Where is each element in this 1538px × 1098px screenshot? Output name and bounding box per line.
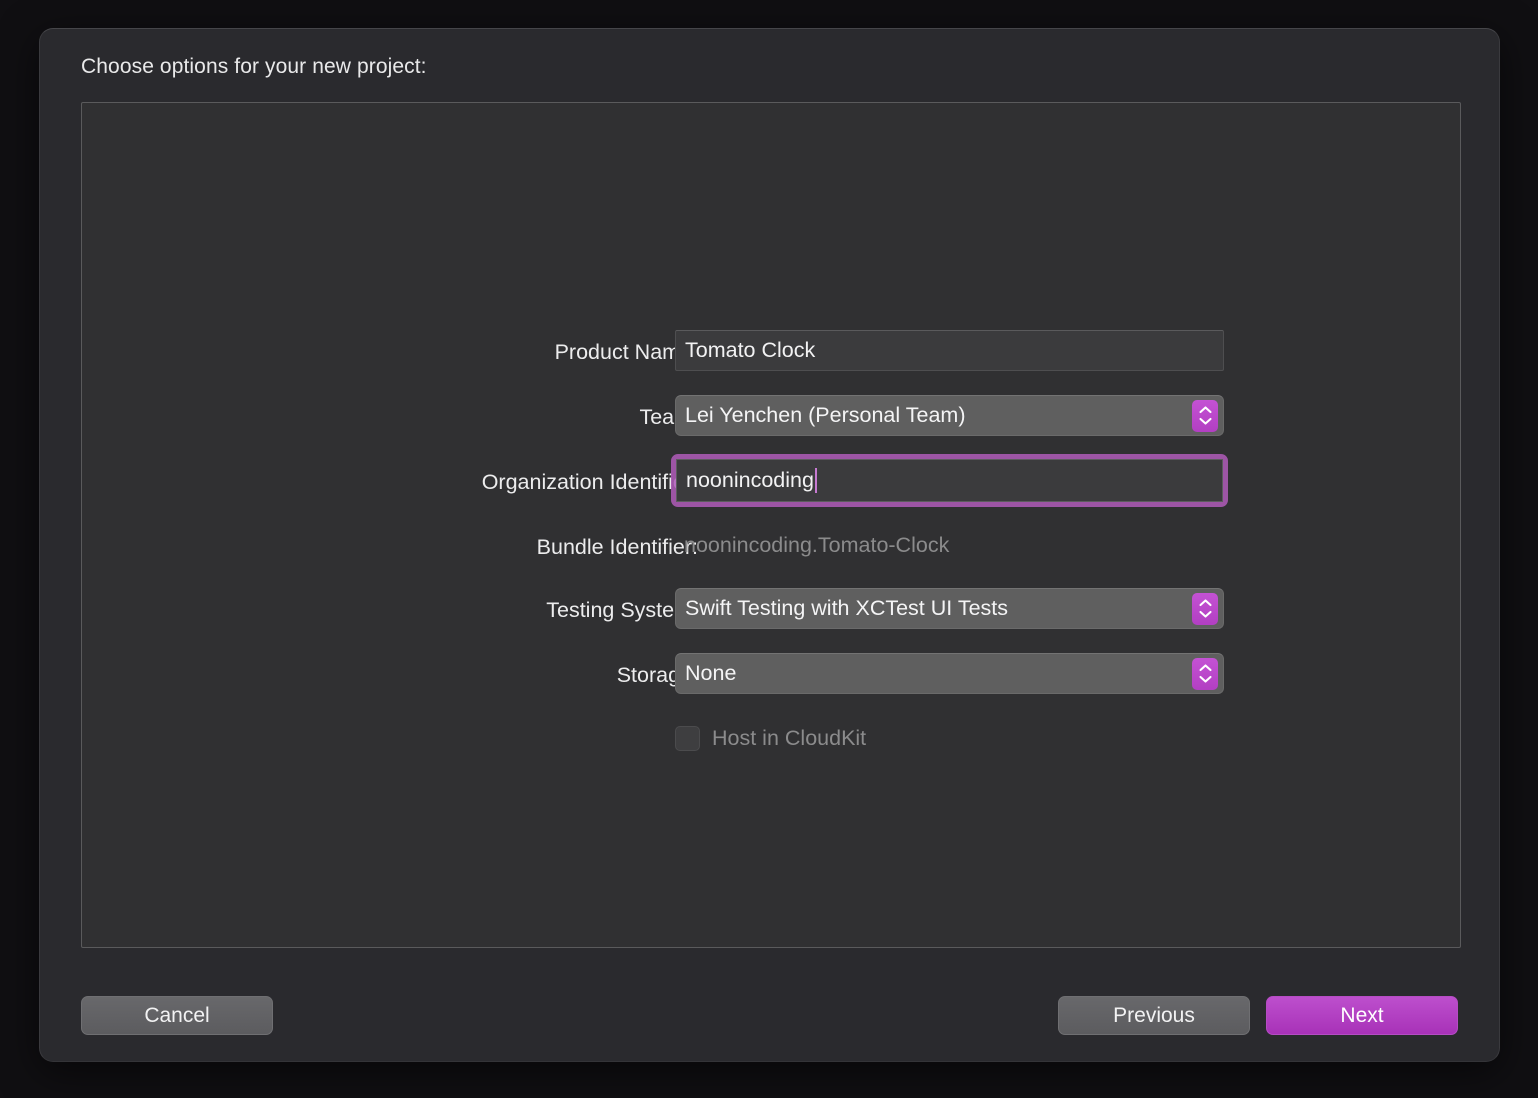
organization-identifier-input[interactable]: noonincoding: [676, 459, 1223, 502]
checkbox-unchecked-icon[interactable]: [675, 726, 700, 751]
chevron-up-down-icon[interactable]: [1192, 657, 1218, 690]
form-row-host-in-cloudkit: Host in CloudKit: [82, 718, 1460, 763]
form-row-bundle-identifier: Bundle Identifier: noonincoding.Tomato-C…: [82, 525, 1460, 570]
cancel-button[interactable]: Cancel: [81, 996, 273, 1035]
organization-identifier-label: Organization Identifier:: [481, 470, 698, 494]
product-name-input[interactable]: Tomato Clock: [675, 330, 1224, 371]
desktop-backdrop: Choose options for your new project: Pro…: [0, 0, 1538, 1098]
dialog-footer: Cancel Previous Next: [40, 996, 1499, 1036]
host-in-cloudkit-checkbox-row[interactable]: Host in CloudKit: [675, 718, 866, 759]
chevron-up-down-icon[interactable]: [1192, 399, 1218, 432]
form-row-team: Team: Lei Yenchen (Personal Team): [82, 395, 1460, 440]
storage-select[interactable]: None: [675, 653, 1224, 694]
next-button[interactable]: Next: [1266, 996, 1458, 1035]
host-in-cloudkit-label: Host in CloudKit: [712, 726, 867, 750]
chevron-up-down-icon[interactable]: [1192, 592, 1218, 625]
organization-identifier-focus-ring: noonincoding: [671, 454, 1228, 507]
page-title: Choose options for your new project:: [81, 55, 427, 78]
testing-system-select-value: Swift Testing with XCTest UI Tests: [685, 596, 1009, 620]
bundle-identifier-label: Bundle Identifier:: [536, 535, 698, 559]
team-select-value: Lei Yenchen (Personal Team): [685, 403, 966, 427]
form-row-organization-identifier: Organization Identifier: noonincoding: [82, 454, 1460, 507]
text-cursor: [814, 468, 817, 493]
new-project-options-dialog: Choose options for your new project: Pro…: [39, 28, 1500, 1062]
storage-select-value: None: [685, 661, 737, 685]
team-select[interactable]: Lei Yenchen (Personal Team): [675, 395, 1224, 436]
storage-field-wrap: None: [675, 653, 1224, 694]
previous-button[interactable]: Previous: [1058, 996, 1250, 1035]
project-options-form: Product Name: Tomato Clock Team: Lei Yen…: [82, 330, 1460, 783]
testing-system-field-wrap: Swift Testing with XCTest UI Tests: [675, 588, 1224, 629]
team-field-wrap: Lei Yenchen (Personal Team): [675, 395, 1224, 436]
form-row-storage: Storage: None: [82, 653, 1460, 698]
testing-system-select[interactable]: Swift Testing with XCTest UI Tests: [675, 588, 1224, 629]
options-content-panel: Product Name: Tomato Clock Team: Lei Yen…: [81, 102, 1461, 948]
form-row-product-name: Product Name: Tomato Clock: [82, 330, 1460, 375]
form-row-testing-system: Testing System: Swift Testing with XCTes…: [82, 588, 1460, 633]
bundle-identifier-wrap: noonincoding.Tomato-Clock: [675, 525, 949, 566]
organization-identifier-value: noonincoding: [686, 468, 814, 492]
product-name-field-wrap: Tomato Clock: [675, 330, 1224, 371]
bundle-identifier-value: noonincoding.Tomato-Clock: [684, 533, 950, 557]
